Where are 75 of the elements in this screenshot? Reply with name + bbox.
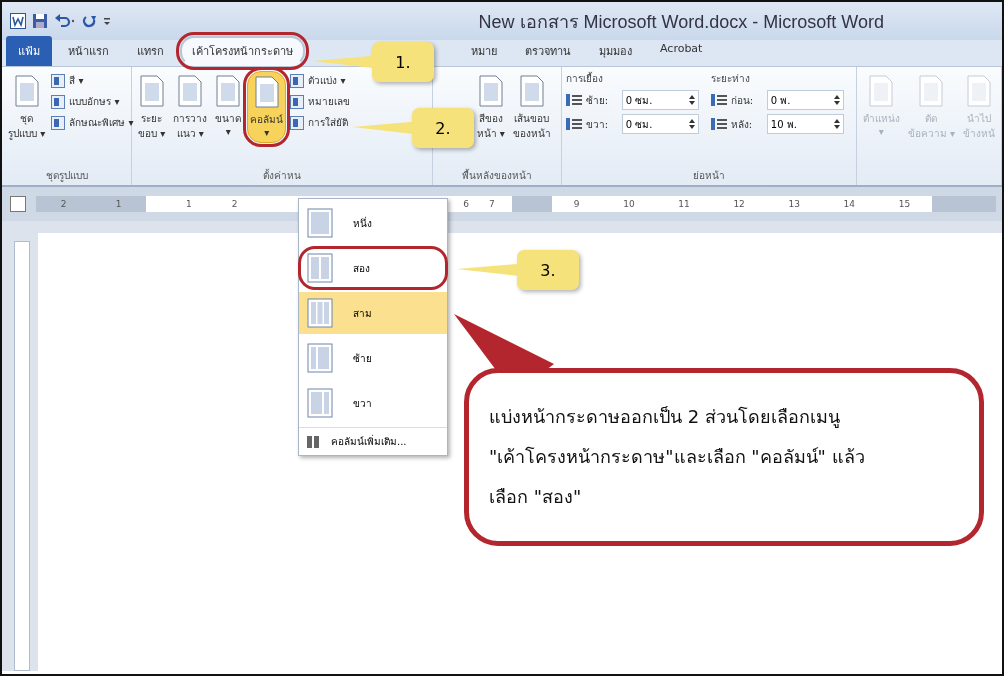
instruction-callout: แบ่งหน้ากระดาษออกเป็น 2 ส่วนโดยเลือกเมนู "เค้าโครงหน้ากระดาษ"และเลือก "คอลัมน์" แล้ว เลือก "สอง" <box>464 368 984 546</box>
spin-arrows-icon[interactable] <box>833 94 840 106</box>
spin-label: หลัง: <box>730 117 754 132</box>
spin-label: ก่อน: <box>730 93 755 108</box>
spin-label: ขวา: <box>585 117 610 132</box>
swatch-icon <box>51 73 66 88</box>
word-logo-icon[interactable] <box>10 13 26 29</box>
swatch-icon <box>51 115 66 130</box>
spin-arrows-icon[interactable] <box>833 118 840 130</box>
ribbon-button[interactable]: การวาง แนว ▾ <box>171 71 210 145</box>
ribbon-button[interactable]: สีของ หน้า ▾ <box>474 71 507 145</box>
group-heading: การเยื้อง <box>565 71 604 86</box>
column-layout-icon <box>307 343 333 373</box>
tab-selector-button[interactable] <box>10 196 26 212</box>
ribbon-button[interactable]: ชุด รูปแบบ ▾ <box>6 71 48 145</box>
page-icon <box>518 75 545 107</box>
column-layout-icon <box>307 298 333 328</box>
ribbon-menu-button[interactable]: หมายเลข <box>290 94 351 109</box>
spin-arrows-icon[interactable] <box>688 94 695 106</box>
ribbon-tab[interactable]: Acrobat <box>648 36 715 66</box>
spin-field[interactable]: 0 ซม. <box>621 114 699 134</box>
ribbon-menu-button[interactable]: สี ▾ <box>51 73 134 88</box>
spin-field[interactable]: 10 พ. <box>766 114 844 134</box>
undo-icon[interactable] <box>54 13 76 29</box>
columns-menu-item[interactable]: ซ้าย <box>299 337 447 379</box>
page-icon <box>477 75 504 107</box>
swatch-icon <box>51 94 66 109</box>
page-icon <box>966 75 992 107</box>
column-layout-icon <box>307 388 333 418</box>
swatch-icon <box>290 115 305 130</box>
ribbon-tab[interactable]: แทรก <box>125 36 176 66</box>
columns-menu-item[interactable]: สอง <box>299 247 447 289</box>
page-icon <box>138 75 165 107</box>
ribbon-button[interactable]: ขนาด ▾ <box>213 71 244 141</box>
ribbon-menu-button[interactable]: แบบอักษร ▾ <box>51 94 134 109</box>
window-title: New เอกสาร Microsoft Word.docx - Microsoft Word <box>478 10 884 34</box>
page-icon <box>177 75 204 107</box>
ribbon-tab[interactable]: ตรวจทาน <box>513 36 583 66</box>
group-label: ชุดรูปแบบ <box>44 169 89 183</box>
page-icon <box>13 75 40 107</box>
columns-icon <box>307 435 319 448</box>
ribbon-menu-button[interactable]: ลักษณะพิเศษ ▾ <box>51 115 134 130</box>
redo-icon[interactable] <box>82 13 96 29</box>
ribbon-menu-button[interactable]: ตัวแบ่ง ▾ <box>290 73 351 88</box>
group-heading: ระยะห่าง <box>710 72 751 86</box>
group-label: ตั้งค่าหน <box>261 168 302 183</box>
ribbon-tab[interactable]: หน้าแรก <box>56 36 121 66</box>
ribbon-button[interactable]: ระยะ ขอบ ▾ <box>136 71 168 145</box>
column-layout-icon <box>307 253 333 283</box>
group-label: ย่อหน้า <box>691 169 726 183</box>
group-label: พื้นหลังของหน้า <box>460 168 533 183</box>
indent-icon <box>565 93 582 107</box>
swatch-icon <box>290 73 305 88</box>
columns-menu-item[interactable]: สาม <box>299 292 447 334</box>
page-icon <box>215 75 242 107</box>
page-icon <box>918 75 945 107</box>
spin-field[interactable]: 0 ซม. <box>621 90 699 110</box>
swatch-icon <box>290 94 305 109</box>
columns-menu-item[interactable]: ขวา <box>299 382 447 424</box>
spin-arrows-icon[interactable] <box>688 118 695 130</box>
page-icon <box>253 76 280 108</box>
ribbon-menu-button[interactable]: การใส่ยัติ <box>290 115 351 130</box>
page-icon <box>868 75 895 107</box>
save-icon[interactable] <box>32 13 48 29</box>
spin-field[interactable]: 0 พ. <box>766 90 844 110</box>
spin-label: ซ้าย: <box>585 93 610 108</box>
ribbon-tab[interactable]: มุมมอง <box>587 36 644 66</box>
indent-icon <box>710 117 727 131</box>
more-columns-item[interactable]: คอลัมน์เพิ่มเติม... <box>299 427 447 455</box>
indent-icon <box>710 93 727 107</box>
indent-icon <box>565 117 582 131</box>
ribbon-tab[interactable]: แฟ้ม <box>6 36 52 66</box>
ribbon-button[interactable]: เส้นขอบ ของหน้า <box>510 71 553 145</box>
ribbon-tab[interactable]: หมาย <box>459 36 509 66</box>
column-layout-icon <box>307 208 333 238</box>
